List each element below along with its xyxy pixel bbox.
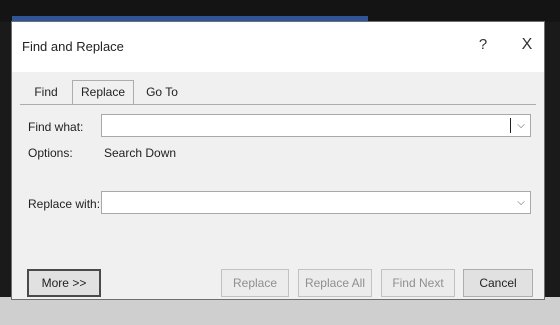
more-button[interactable]: More >> [27,269,101,297]
find-replace-dialog: Find and Replace ? X Find Replace Go To … [11,21,545,300]
options-label: Options: [28,146,73,160]
close-button[interactable]: X [514,33,540,57]
text-cursor [510,118,511,133]
replace-with-combobox[interactable]: ⌵ [101,191,531,214]
find-what-input[interactable] [104,116,518,135]
replace-all-button[interactable]: Replace All [298,269,372,297]
dialog-title: Find and Replace [22,39,124,54]
chevron-down-icon[interactable]: ⌵ [512,115,530,136]
help-button[interactable]: ? [474,33,492,57]
tab-panel-border [20,104,536,105]
replace-with-input[interactable] [104,193,518,212]
find-next-button[interactable]: Find Next [381,269,455,297]
background-document-strip [0,297,560,325]
chevron-down-icon[interactable]: ⌵ [512,192,530,213]
find-what-combobox[interactable]: ⌵ [101,114,531,137]
find-what-label: Find what: [28,120,84,134]
tab-replace[interactable]: Replace [72,80,134,104]
cancel-button[interactable]: Cancel [463,269,533,297]
dialog-titlebar: Find and Replace ? X [12,22,544,72]
tab-go-to[interactable]: Go To [136,82,188,102]
replace-button[interactable]: Replace [221,269,289,297]
replace-with-label: Replace with: [28,197,101,211]
background-window-titlebar [0,0,560,22]
options-value: Search Down [104,146,177,160]
tab-find[interactable]: Find [22,82,70,102]
